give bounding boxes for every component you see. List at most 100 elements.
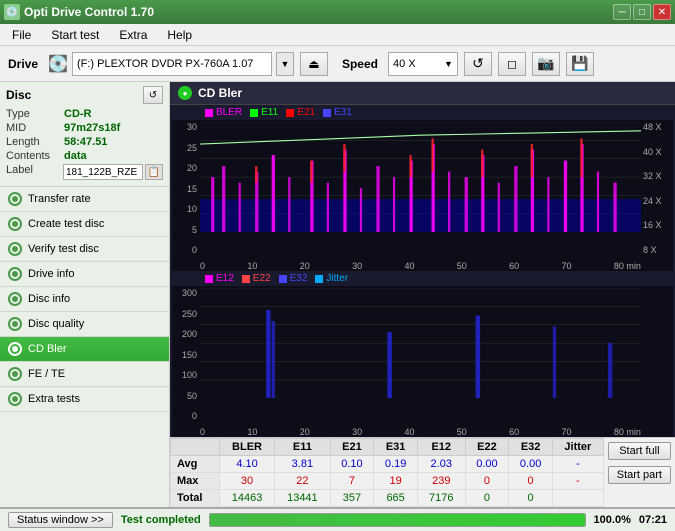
app-icon: 💿: [4, 4, 20, 20]
disc-refresh-button[interactable]: ↺: [143, 86, 163, 104]
y1-right-8x: 8 X: [643, 245, 657, 255]
col-header-jitter: Jitter: [552, 439, 603, 456]
content-area: ● CD Bler BLER E11 E21: [170, 82, 675, 507]
y1-right-48x: 48 X: [643, 122, 662, 132]
max-jitter: -: [552, 473, 603, 490]
x2-label-20: 20: [300, 427, 310, 437]
avg-label: Avg: [171, 456, 220, 473]
legend2-e22: E22: [253, 273, 271, 284]
avg-e11: 3.81: [275, 456, 330, 473]
avg-bler: 4.10: [219, 456, 274, 473]
x2-label-10: 10: [247, 427, 257, 437]
sidebar: Disc ↺ Type CD-R MID 97m27s18f Length 58…: [0, 82, 170, 507]
refresh-button[interactable]: ↺: [464, 52, 492, 76]
y2-label-50: 50: [187, 391, 197, 401]
col-header-bler: BLER: [219, 439, 274, 456]
progress-bar-container: [209, 513, 586, 527]
sidebar-item-create-test-disc[interactable]: Create test disc: [0, 212, 169, 237]
drive-dropdown-arrow[interactable]: ▼: [276, 52, 294, 76]
legend-e31: E31: [334, 107, 352, 118]
disc-type-value: CD-R: [64, 108, 92, 120]
drive-dropdown[interactable]: (F:) PLEXTOR DVDR PX-760A 1.07: [72, 52, 272, 76]
data-right-buttons: Start full Start part: [604, 438, 675, 507]
col-header-e22: E22: [465, 439, 509, 456]
chart-header-icon: ●: [178, 86, 192, 100]
start-full-button[interactable]: Start full: [608, 442, 671, 460]
x2-label-30: 30: [352, 427, 362, 437]
status-window-button[interactable]: Status window >>: [8, 512, 113, 528]
camera-button[interactable]: 📷: [532, 52, 560, 76]
legend-bler: BLER: [216, 107, 242, 118]
x1-label-80min: 80 min: [614, 261, 641, 271]
avg-e21: 0.10: [330, 456, 374, 473]
speed-dropdown[interactable]: 40 X ▼: [388, 52, 458, 76]
menu-start-test[interactable]: Start test: [43, 26, 107, 44]
sidebar-item-disc-quality[interactable]: Disc quality: [0, 312, 169, 337]
sidebar-item-verify-test-disc[interactable]: Verify test disc: [0, 237, 169, 262]
speed-label: Speed: [342, 57, 378, 71]
disc-contents-value: data: [64, 150, 87, 162]
disc-length-label: Length: [6, 136, 64, 148]
y1-label-30: 30: [187, 122, 197, 132]
data-table-area: BLER E11 E21 E31 E12 E22 E32 Jitter Avg: [170, 437, 675, 507]
legend2-e12: E12: [216, 273, 234, 284]
table-row-max: Max 30 22 7 19 239 0 0 -: [171, 473, 604, 490]
status-text: Test completed: [121, 514, 201, 526]
sidebar-item-transfer-rate[interactable]: Transfer rate: [0, 187, 169, 212]
y2-label-0: 0: [192, 411, 197, 421]
menu-file[interactable]: File: [4, 26, 39, 44]
x2-label-40: 40: [404, 427, 414, 437]
sidebar-item-extra-tests[interactable]: Extra tests: [0, 387, 169, 412]
eject-button[interactable]: ⏏: [300, 52, 328, 76]
y1-label-25: 25: [187, 143, 197, 153]
progress-bar-fill: [210, 514, 585, 526]
total-bler: 14463: [219, 490, 274, 507]
eraser-button[interactable]: ◻: [498, 52, 526, 76]
disc-label-input[interactable]: [63, 164, 143, 180]
total-label: Total: [171, 490, 220, 507]
minimize-button[interactable]: ─: [613, 4, 631, 20]
y1-label-20: 20: [187, 163, 197, 173]
save-button[interactable]: 💾: [566, 52, 594, 76]
y2-label-150: 150: [182, 350, 197, 360]
max-e32: 0: [509, 473, 553, 490]
menu-help[interactable]: Help: [159, 26, 200, 44]
x1-label-40: 40: [404, 261, 414, 271]
total-e32: 0: [509, 490, 553, 507]
col-header-e11: E11: [275, 439, 330, 456]
max-e22: 0: [465, 473, 509, 490]
x1-label-0: 0: [200, 261, 205, 271]
y1-label-5: 5: [192, 225, 197, 235]
total-e21: 357: [330, 490, 374, 507]
menu-extra[interactable]: Extra: [111, 26, 155, 44]
menu-bar: File Start test Extra Help: [0, 24, 675, 46]
start-part-button[interactable]: Start part: [608, 466, 671, 484]
y2-label-200: 200: [182, 329, 197, 339]
x1-label-60: 60: [509, 261, 519, 271]
total-e31: 665: [374, 490, 418, 507]
close-button[interactable]: ✕: [653, 4, 671, 20]
sidebar-item-fe-te[interactable]: FE / TE: [0, 362, 169, 387]
x1-label-20: 20: [300, 261, 310, 271]
drive-label: Drive: [8, 57, 38, 71]
status-bar: Status window >> Test completed 100.0% 0…: [0, 507, 675, 531]
y2-label-100: 100: [182, 370, 197, 380]
disc-label-copy-button[interactable]: 📋: [145, 164, 163, 180]
chart-title: CD Bler: [198, 86, 242, 100]
total-e12: 7176: [417, 490, 465, 507]
toolbar: Drive 💽 (F:) PLEXTOR DVDR PX-760A 1.07 ▼…: [0, 46, 675, 82]
avg-jitter: -: [552, 456, 603, 473]
table-row-total: Total 14463 13441 357 665 7176 0 0: [171, 490, 604, 507]
maximize-button[interactable]: □: [633, 4, 651, 20]
total-e11: 13441: [275, 490, 330, 507]
col-header-empty: [171, 439, 220, 456]
legend2-jitter: Jitter: [326, 273, 348, 284]
y1-right-16x: 16 X: [643, 220, 662, 230]
legend-e11: E11: [261, 107, 278, 118]
max-e12: 239: [417, 473, 465, 490]
sidebar-item-cd-bler[interactable]: CD Bler: [0, 337, 169, 362]
col-header-e12: E12: [417, 439, 465, 456]
sidebar-item-disc-info[interactable]: Disc info: [0, 287, 169, 312]
sidebar-item-drive-info[interactable]: Drive info: [0, 262, 169, 287]
drive-icon: 💽: [48, 54, 68, 74]
